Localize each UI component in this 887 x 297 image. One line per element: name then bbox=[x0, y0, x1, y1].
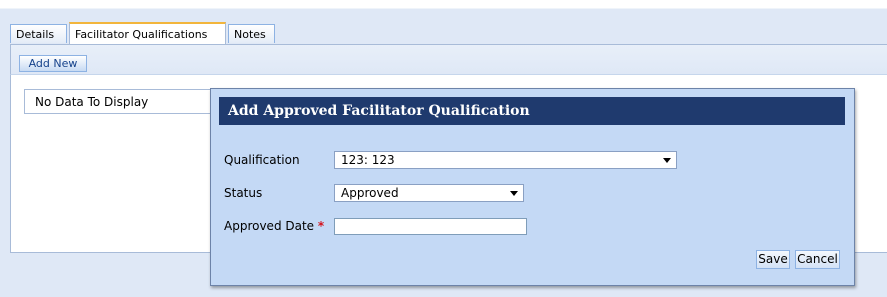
tab-facilitator-qualifications[interactable]: Facilitator Qualifications bbox=[69, 22, 226, 44]
status-selected-value: Approved bbox=[341, 186, 399, 200]
qualification-select[interactable]: 123: 123 bbox=[334, 151, 677, 169]
add-new-button[interactable]: Add New bbox=[19, 55, 87, 72]
add-qualification-dialog: Add Approved Facilitator Qualification Q… bbox=[210, 88, 855, 286]
status-select[interactable]: Approved bbox=[334, 184, 524, 202]
tab-label: Facilitator Qualifications bbox=[75, 28, 208, 41]
grid-empty-message: No Data To Display bbox=[35, 95, 149, 109]
approved-date-label-text: Approved Date bbox=[224, 219, 315, 233]
chevron-down-icon bbox=[510, 191, 518, 196]
cancel-button[interactable]: Cancel bbox=[795, 250, 840, 269]
dialog-title: Add Approved Facilitator Qualification bbox=[219, 97, 845, 125]
approved-date-label: Approved Date * bbox=[224, 219, 324, 233]
approved-date-input[interactable] bbox=[334, 218, 527, 235]
chevron-down-icon bbox=[663, 158, 671, 163]
save-button[interactable]: Save bbox=[756, 250, 790, 269]
required-marker: * bbox=[317, 219, 325, 233]
tab-label: Details bbox=[16, 28, 55, 41]
tab-strip-baseline bbox=[10, 44, 887, 45]
tab-label: Notes bbox=[234, 28, 266, 41]
qualification-label: Qualification bbox=[224, 153, 300, 167]
qualification-selected-value: 123: 123 bbox=[341, 153, 395, 167]
tab-notes[interactable]: Notes bbox=[228, 24, 275, 43]
qualifications-grid: No Data To Display bbox=[24, 89, 224, 114]
tab-details[interactable]: Details bbox=[10, 24, 67, 43]
grid-toolbar bbox=[10, 45, 887, 75]
status-label: Status bbox=[224, 186, 263, 200]
